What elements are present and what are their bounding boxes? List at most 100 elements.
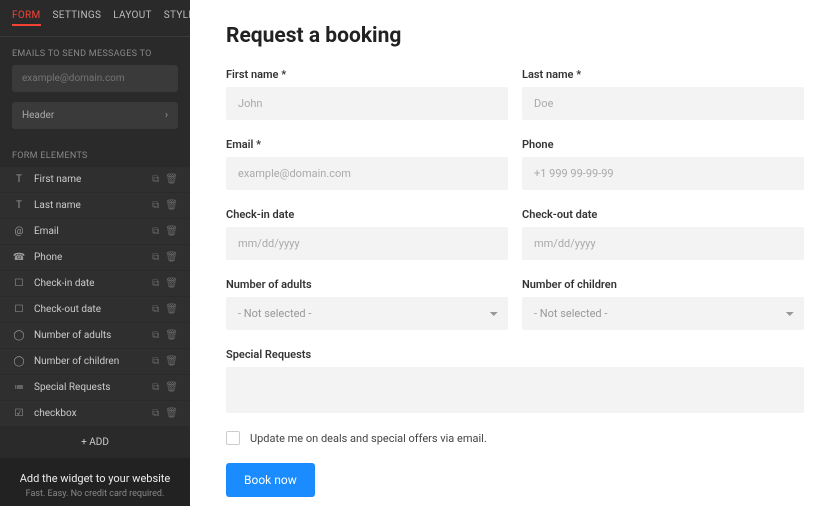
element-row-5[interactable]: ☐ Check-out date⧉ 🗑 (0, 297, 190, 323)
field-email: Email * (226, 138, 508, 190)
field-last-name: Last name * (522, 68, 804, 120)
element-row-4[interactable]: ☐ Check-in date⧉ 🗑 (0, 271, 190, 297)
element-type-icon: @ (12, 226, 26, 237)
duplicate-icon[interactable]: ⧉ (152, 226, 159, 237)
element-label: Phone (34, 252, 152, 263)
element-label: Email (34, 226, 152, 237)
duplicate-icon[interactable]: ⧉ (152, 304, 159, 315)
delete-icon[interactable]: 🗑 (165, 252, 178, 263)
delete-icon[interactable]: 🗑 (165, 278, 178, 289)
element-label: Special Requests (34, 382, 152, 393)
duplicate-icon[interactable]: ⧉ (152, 278, 159, 289)
label-email: Email * (226, 138, 508, 151)
input-last-name[interactable] (522, 87, 804, 120)
field-check-in: Check-in date (226, 208, 508, 260)
select-children[interactable]: - Not selected - (522, 297, 804, 330)
duplicate-icon[interactable]: ⧉ (152, 356, 159, 367)
tab-layout[interactable]: LAYOUT (113, 10, 152, 26)
element-list: TFirst name⧉🗑TLast name⧉🗑@Email⧉🗑☎Phone⧉… (0, 167, 190, 427)
field-children: Number of children - Not selected - (522, 278, 804, 330)
duplicate-icon[interactable]: ⧉ (152, 200, 159, 211)
submit-button[interactable]: Book now (226, 463, 315, 497)
label-first-name: First name * (226, 68, 508, 81)
element-type-icon: ☐ (12, 304, 26, 315)
label-phone: Phone (522, 138, 804, 151)
element-row-7[interactable]: ◯ Number of children⧉ 🗑 (0, 349, 190, 375)
element-label: Last name (34, 200, 152, 211)
label-last-name: Last name * (522, 68, 804, 81)
delete-icon[interactable]: 🗑 (165, 304, 178, 315)
element-row-0[interactable]: TFirst name⧉🗑 (0, 167, 190, 193)
element-label: checkbox (34, 408, 152, 419)
element-row-9[interactable]: ☑ checkbox⧉ 🗑 (0, 401, 190, 427)
element-label: Check-out date (34, 304, 152, 315)
element-type-icon: T (12, 174, 26, 185)
emails-label: EMAILS TO SEND MESSAGES TO (0, 37, 190, 65)
label-adults: Number of adults (226, 278, 508, 291)
sidebar-footer: Add the widget to your website Fast. Eas… (0, 458, 190, 506)
label-special: Special Requests (226, 348, 804, 361)
element-type-icon: ☐ (12, 278, 26, 289)
delete-icon[interactable]: 🗑 (165, 330, 178, 341)
footer-title: Add the widget to your website (12, 472, 178, 485)
duplicate-icon[interactable]: ⧉ (152, 382, 159, 393)
tab-settings[interactable]: SETTINGS (53, 10, 102, 26)
chevron-right-icon: › (165, 110, 168, 121)
element-row-8[interactable]: ≔ Special Requests⧉ 🗑 (0, 375, 190, 401)
field-first-name: First name * (226, 68, 508, 120)
duplicate-icon[interactable]: ⧉ (152, 174, 159, 185)
tab-form[interactable]: FORM (12, 10, 41, 26)
input-check-in[interactable] (226, 227, 508, 260)
field-check-out: Check-out date (522, 208, 804, 260)
checkbox-row: Update me on deals and special offers vi… (226, 431, 804, 445)
label-children: Number of children (522, 278, 804, 291)
input-phone[interactable] (522, 157, 804, 190)
element-type-icon: ☑ (12, 408, 26, 419)
select-adults[interactable]: - Not selected - (226, 297, 508, 330)
input-first-name[interactable] (226, 87, 508, 120)
delete-icon[interactable]: 🗑 (165, 174, 178, 185)
element-row-3[interactable]: ☎ Phone⧉ 🗑 (0, 245, 190, 271)
textarea-special[interactable] (226, 367, 804, 413)
delete-icon[interactable]: 🗑 (165, 382, 178, 393)
label-check-in: Check-in date (226, 208, 508, 221)
duplicate-icon[interactable]: ⧉ (152, 330, 159, 341)
element-type-icon: ◯ (12, 330, 26, 341)
checkbox-label: Update me on deals and special offers vi… (250, 432, 487, 445)
emails-input[interactable] (12, 65, 178, 92)
element-row-1[interactable]: T Last name⧉ 🗑 (0, 193, 190, 219)
sidebar: FORM SETTINGS LAYOUT STYLE EMAILS TO SEN… (0, 0, 190, 506)
form-elements-label: FORM ELEMENTS (0, 139, 190, 167)
element-label: Number of adults (34, 330, 152, 341)
duplicate-icon[interactable]: ⧉ (152, 408, 159, 419)
element-type-icon: ☎ (12, 252, 26, 263)
form-grid: First name * Last name * Email * Phone C… (226, 68, 804, 413)
element-type-icon: ≔ (12, 382, 26, 393)
checkbox-updates[interactable] (226, 431, 240, 445)
sidebar-tabs: FORM SETTINGS LAYOUT STYLE (0, 0, 190, 37)
form-title: Request a booking (226, 24, 804, 48)
add-element-button[interactable]: + ADD (0, 427, 190, 458)
field-adults: Number of adults - Not selected - (226, 278, 508, 330)
element-label: Check-in date (34, 278, 152, 289)
footer-subtitle: Fast. Easy. No credit card required. (12, 489, 178, 499)
input-email[interactable] (226, 157, 508, 190)
field-special-requests: Special Requests (226, 348, 804, 413)
label-check-out: Check-out date (522, 208, 804, 221)
delete-icon[interactable]: 🗑 (165, 226, 178, 237)
header-label: Header (22, 110, 54, 121)
tab-style[interactable]: STYLE (164, 10, 190, 26)
duplicate-icon[interactable]: ⧉ (152, 252, 159, 263)
element-type-icon: ◯ (12, 356, 26, 367)
element-type-icon: T (12, 200, 26, 211)
element-label: Number of children (34, 356, 152, 367)
element-row-2[interactable]: @ Email⧉ 🗑 (0, 219, 190, 245)
delete-icon[interactable]: 🗑 (165, 356, 178, 367)
delete-icon[interactable]: 🗑 (165, 408, 178, 419)
delete-icon[interactable]: 🗑 (165, 200, 178, 211)
field-phone: Phone (522, 138, 804, 190)
input-check-out[interactable] (522, 227, 804, 260)
header-section[interactable]: Header › (12, 102, 178, 129)
element-row-6[interactable]: ◯ Number of adults⧉ 🗑 (0, 323, 190, 349)
preview-canvas: Request a booking First name * Last name… (190, 0, 840, 506)
